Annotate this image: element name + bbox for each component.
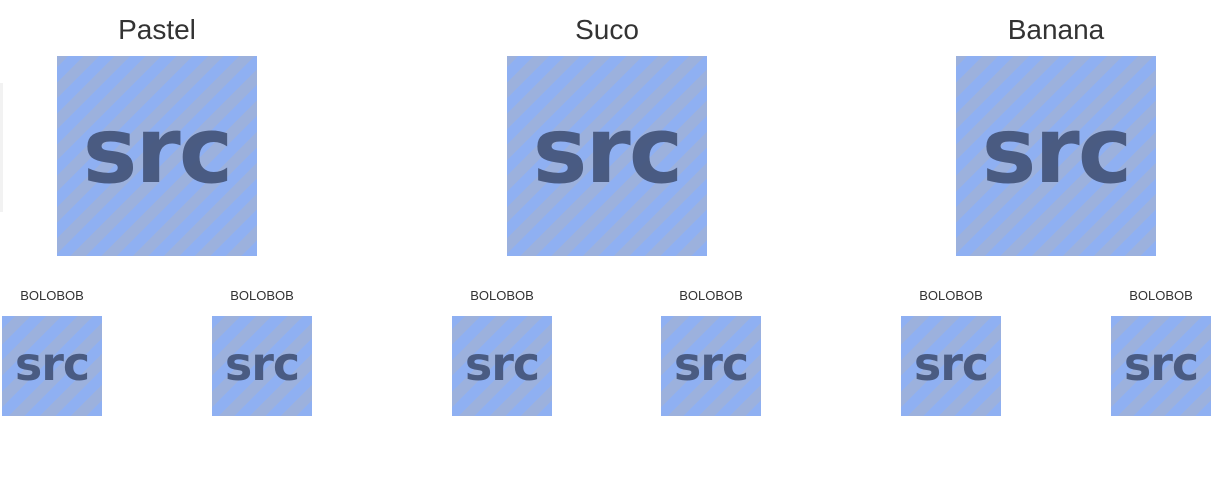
category-title: Suco (575, 14, 639, 45)
image-placeholder-text: src (673, 337, 749, 391)
image-placeholder-text: src (14, 337, 90, 391)
image-placeholder-text: src (1123, 337, 1199, 391)
item-image[interactable]: src (212, 316, 312, 416)
image-placeholder-text: src (82, 97, 234, 204)
item-image[interactable]: src (2, 316, 102, 416)
image-placeholder-text: src (913, 337, 989, 391)
item-image[interactable]: src (901, 316, 1001, 416)
item-label: BOLOBOB (230, 288, 294, 303)
image-placeholder-text: src (532, 97, 684, 204)
image-placeholder-text: src (981, 97, 1133, 204)
item-image[interactable]: src (661, 316, 761, 416)
category-title: Pastel (118, 14, 196, 45)
category-title: Banana (1007, 14, 1105, 45)
image-placeholder-text: src (224, 337, 300, 391)
item-label: BOLOBOB (20, 288, 84, 303)
item-label: BOLOBOB (679, 288, 743, 303)
item-label: BOLOBOB (1129, 288, 1193, 303)
category-image[interactable]: src (507, 56, 707, 256)
category-image[interactable]: src (956, 56, 1156, 256)
item-label: BOLOBOB (919, 288, 983, 303)
item-label: BOLOBOB (470, 288, 534, 303)
item-image[interactable]: src (1111, 316, 1211, 416)
image-placeholder-text: src (464, 337, 540, 391)
category-image[interactable]: src (57, 56, 257, 256)
item-image[interactable]: src (452, 316, 552, 416)
left-edge-divider (0, 83, 3, 212)
